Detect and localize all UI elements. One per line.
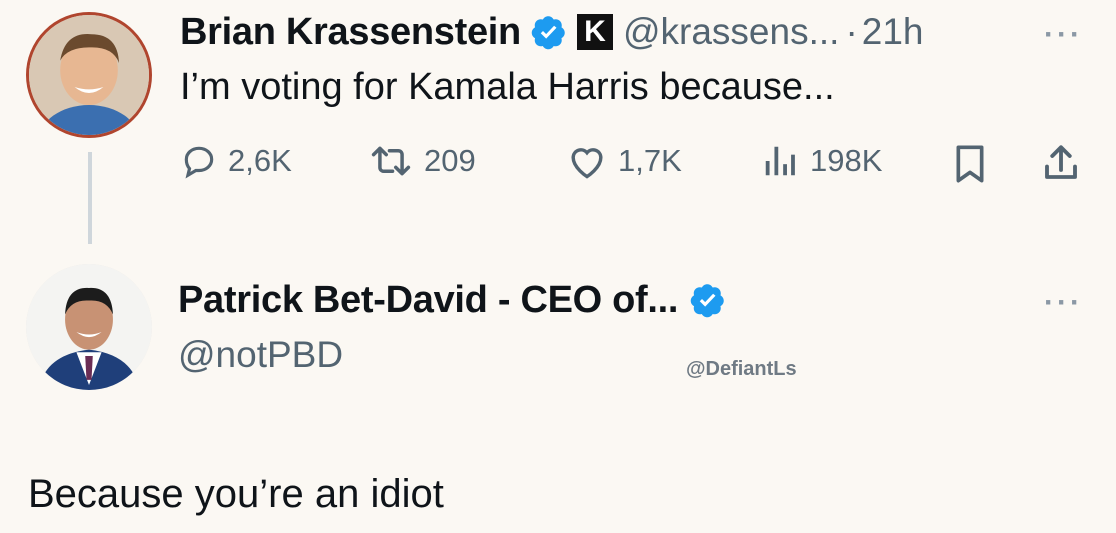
reply-count: 2,6K	[228, 143, 292, 178]
avatar-patrick[interactable]	[26, 264, 152, 390]
bookmark-button[interactable]	[952, 144, 988, 189]
thread-line	[88, 152, 92, 244]
timestamp[interactable]: 21h	[862, 11, 924, 53]
share-button[interactable]	[1040, 142, 1082, 189]
retweet-icon	[371, 146, 411, 176]
author-handle[interactable]: @krassens...	[623, 11, 839, 53]
tweet-header: Brian Krassenstein K @krassens... · 21h	[180, 4, 924, 60]
bookmark-icon	[956, 145, 984, 183]
separator-dot: ·	[845, 11, 858, 52]
tweet-text: I’m voting for Kamala Harris because...	[180, 66, 835, 108]
verified-badge-icon	[531, 16, 565, 50]
reply-author-name[interactable]: Patrick Bet-David - CEO of...	[178, 279, 678, 322]
views-button[interactable]: 198K	[760, 142, 882, 180]
retweet-button[interactable]: 209	[368, 142, 476, 180]
watermark: @DefiantLs	[686, 358, 797, 380]
reply-text: Because you’re an idiot	[28, 472, 444, 516]
reply-icon	[184, 146, 214, 179]
avatar-brian[interactable]	[26, 12, 152, 138]
reply-header: Patrick Bet-David - CEO of...	[178, 272, 726, 328]
views-icon	[765, 146, 795, 176]
affiliate-badge: K	[576, 14, 613, 50]
reply-author-handle[interactable]: @notPBD	[178, 334, 343, 376]
avatar-brian-image	[29, 15, 149, 135]
retweet-count: 209	[424, 143, 476, 178]
like-count: 1,7K	[618, 143, 682, 178]
reply-button[interactable]: 2,6K	[180, 142, 292, 180]
more-icon[interactable]: ···	[1044, 286, 1083, 320]
like-button[interactable]: 1,7K	[566, 142, 682, 180]
avatar-patrick-image	[26, 264, 152, 390]
more-icon[interactable]: ···	[1044, 18, 1083, 52]
verified-badge-icon	[690, 284, 724, 318]
author-name[interactable]: Brian Krassenstein	[180, 11, 521, 54]
share-icon	[1045, 145, 1077, 179]
like-icon	[571, 148, 603, 179]
views-count: 198K	[810, 143, 883, 178]
